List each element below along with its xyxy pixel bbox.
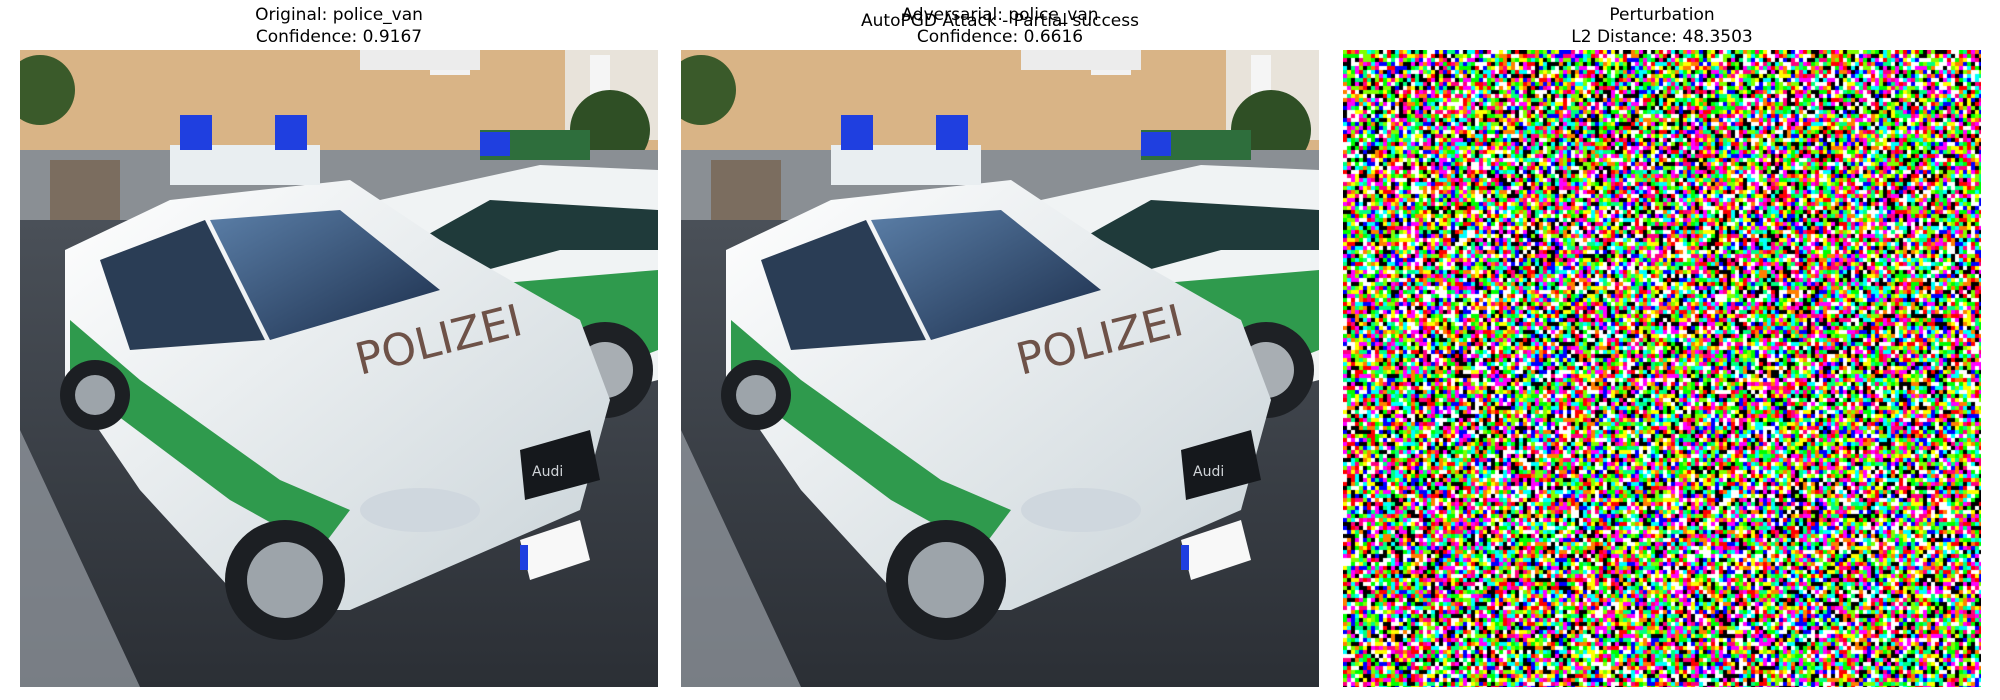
adversarial-image: POLIZEI Audi: [681, 50, 1319, 687]
adversarial-panel: Adversarial: police_van Confidence: 0.66…: [681, 0, 1319, 690]
police-car-photo-perturbed: POLIZEI Audi: [681, 50, 1319, 687]
perturbation-panel: Perturbation L2 Distance: 48.3503: [1343, 0, 1981, 690]
perturbation-noise: [1343, 50, 1981, 687]
figure-suptitle: AutoPGD Attack - Partial success: [861, 11, 1139, 31]
grille-badge: Audi: [532, 464, 563, 480]
original-image: POLIZEI Audi: [20, 50, 658, 687]
perturbation-image: [1343, 50, 1981, 687]
grille-badge: Audi: [1193, 464, 1224, 480]
police-car-photo: POLIZEI Audi: [20, 50, 658, 687]
original-panel: Original: police_van Confidence: 0.9167: [20, 0, 658, 690]
